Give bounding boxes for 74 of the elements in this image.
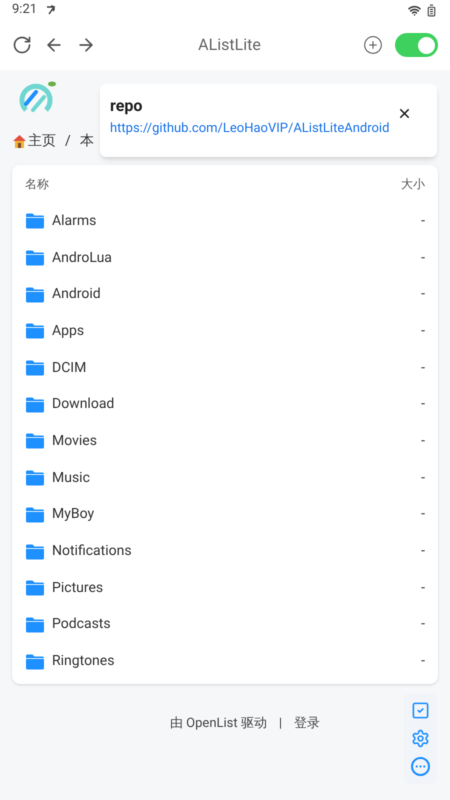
folder-icon — [25, 544, 45, 560]
more-icon[interactable] — [411, 757, 430, 776]
breadcrumb-separator: / — [65, 132, 71, 150]
file-size: - — [421, 248, 425, 268]
file-row[interactable]: MyBoy - — [25, 496, 425, 534]
file-row[interactable]: DCIM - — [25, 350, 425, 386]
folder-icon — [25, 323, 45, 340]
folder-icon — [25, 360, 45, 376]
file-name: Apps — [52, 322, 86, 341]
file-name: Movies — [52, 432, 98, 451]
file-size: - — [421, 358, 425, 378]
file-name: Ringtones — [52, 652, 116, 672]
house-icon — [12, 134, 27, 148]
file-name: MyBoy — [52, 505, 96, 524]
battery-icon — [425, 4, 438, 16]
file-size: - — [421, 212, 425, 231]
select-icon[interactable] — [411, 701, 430, 720]
file-row[interactable]: Download - — [25, 386, 425, 424]
file-row[interactable]: Alarms - — [25, 203, 425, 240]
file-size: - — [421, 322, 425, 341]
file-name: Notifications — [52, 542, 133, 562]
repo-link[interactable]: https://github.com/LeoHaoVIP/AListLiteAndroid — [110, 119, 427, 138]
folder-icon — [25, 580, 45, 596]
login-link[interactable]: 登录 — [294, 714, 320, 734]
popup-title: repo — [110, 95, 142, 117]
file-row[interactable]: Android - — [25, 276, 425, 314]
folder-icon — [25, 250, 45, 266]
file-name: Pictures — [52, 578, 104, 598]
file-row[interactable]: Ringtones - — [25, 643, 425, 680]
settings-icon[interactable] — [411, 729, 430, 748]
file-row[interactable]: Podcasts - — [25, 606, 425, 644]
file-size: - — [421, 432, 425, 451]
app-title: AListLite — [198, 35, 261, 54]
column-header[interactable]: 名称 — [25, 175, 49, 193]
toggle-switch[interactable] — [395, 33, 438, 57]
folder-icon — [25, 506, 45, 523]
file-size: - — [421, 652, 425, 672]
file-row[interactable]: Pictures - — [25, 570, 425, 607]
folder-icon — [25, 616, 45, 633]
refresh-icon[interactable] — [12, 35, 32, 55]
file-size: - — [421, 468, 425, 488]
file-row[interactable]: Movies - — [25, 423, 425, 460]
folder-icon — [25, 213, 45, 230]
file-name: Android — [52, 285, 102, 304]
file-row[interactable]: Music - — [25, 460, 425, 496]
folder-icon — [25, 286, 45, 303]
folder-icon — [25, 470, 45, 486]
powered-by-text: 由 OpenList 驱动 — [170, 714, 267, 733]
breadcrumb-link[interactable]: 本 — [80, 130, 94, 152]
file-size: - — [421, 505, 425, 524]
file-size: - — [421, 615, 425, 634]
breadcrumb-link[interactable]: 主页 — [28, 130, 56, 152]
folder-icon — [25, 654, 45, 670]
file-size: - — [421, 578, 425, 598]
file-name: DCIM — [52, 358, 88, 378]
file-name: Alarms — [52, 212, 98, 231]
add-icon[interactable] — [363, 35, 383, 55]
file-row[interactable]: Notifications - — [25, 533, 425, 570]
wifi-icon — [408, 4, 421, 16]
footer-separator: | — [278, 714, 282, 733]
file-size: - — [421, 395, 425, 414]
status-time: 9:21 — [12, 1, 38, 20]
folder-icon — [25, 433, 45, 450]
close-icon[interactable] — [397, 106, 412, 121]
file-name: Download — [52, 395, 116, 414]
file-size: - — [421, 285, 425, 304]
column-header[interactable]: 大小 — [401, 175, 425, 193]
file-row[interactable]: Apps - — [25, 313, 425, 350]
file-name: Music — [52, 468, 91, 488]
file-row[interactable]: AndroLua - — [25, 240, 425, 276]
folder-icon — [25, 396, 45, 413]
file-size: - — [421, 542, 425, 562]
file-name: Podcasts — [52, 615, 112, 634]
file-name: AndroLua — [52, 248, 113, 268]
